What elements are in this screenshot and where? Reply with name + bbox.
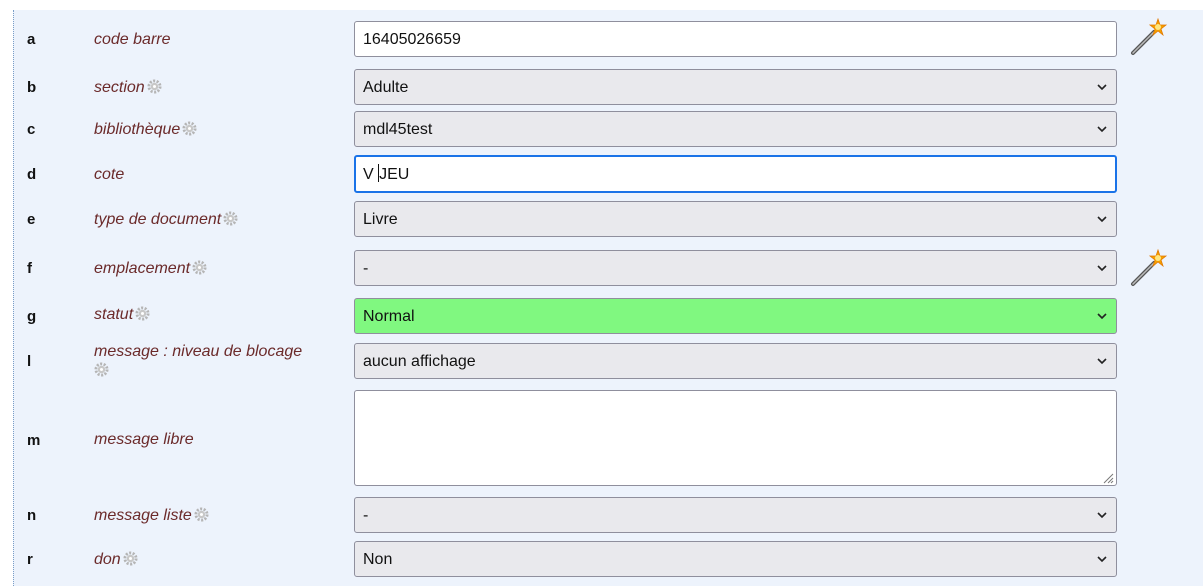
status-select[interactable]: Normal xyxy=(354,298,1117,334)
gear-icon[interactable] xyxy=(194,507,209,522)
field-label: cote xyxy=(94,166,125,183)
field-label: bibliothèque xyxy=(94,120,354,139)
field-letter: r xyxy=(27,551,33,568)
donation-select[interactable]: Non xyxy=(354,541,1117,577)
row-statut: g statut Normal xyxy=(14,297,1203,337)
field-letter: m xyxy=(27,432,41,449)
field-letter: f xyxy=(27,260,32,277)
row-code-barre: a code barre 16405026659 xyxy=(14,17,1203,60)
magic-wand-icon[interactable] xyxy=(1129,247,1169,287)
chevron-down-icon xyxy=(1096,123,1108,135)
item-form-panel: a code barre 16405026659 b section Adult… xyxy=(13,10,1203,586)
gear-icon[interactable] xyxy=(223,211,238,226)
gear-icon[interactable] xyxy=(182,121,197,136)
field-label: code barre xyxy=(94,31,171,48)
chevron-down-icon xyxy=(1096,262,1108,274)
gear-icon[interactable] xyxy=(94,362,109,377)
row-cote: d cote V JEU xyxy=(14,155,1203,195)
gear-icon[interactable] xyxy=(147,79,162,94)
blocking-level-select[interactable]: aucun affichage xyxy=(354,343,1117,379)
resize-grip-icon[interactable] xyxy=(1102,471,1114,484)
gear-icon[interactable] xyxy=(192,260,207,275)
chevron-down-icon xyxy=(1096,310,1108,322)
row-message-libre: m message libre xyxy=(14,390,1203,494)
library-select[interactable]: mdl45test xyxy=(354,111,1117,147)
call-number-input[interactable]: V JEU xyxy=(354,155,1117,193)
row-don: r don Non xyxy=(14,540,1203,580)
document-type-select[interactable]: Livre xyxy=(354,201,1117,237)
field-letter: l xyxy=(27,353,32,370)
row-emplacement: f emplacement - xyxy=(14,247,1203,289)
field-letter: b xyxy=(27,79,37,96)
field-label: emplacement xyxy=(94,259,354,278)
chevron-down-icon xyxy=(1096,509,1108,521)
field-label: don xyxy=(94,550,354,569)
field-label: statut xyxy=(94,305,354,324)
chevron-down-icon xyxy=(1096,355,1108,367)
row-type-document: e type de document Livre xyxy=(14,200,1203,240)
field-letter: g xyxy=(27,308,37,325)
field-label: section xyxy=(94,78,354,97)
chevron-down-icon xyxy=(1096,81,1108,93)
row-message-blocage: l message : niveau de blocage aucun affi… xyxy=(14,342,1203,388)
row-bibliotheque: c bibliothèque mdl45test xyxy=(14,110,1203,150)
magic-wand-icon[interactable] xyxy=(1129,16,1169,56)
row-message-liste: n message liste - xyxy=(14,496,1203,536)
field-letter: e xyxy=(27,211,36,228)
chevron-down-icon xyxy=(1096,213,1108,225)
location-select[interactable]: - xyxy=(354,250,1117,286)
message-list-select[interactable]: - xyxy=(354,497,1117,533)
field-letter: a xyxy=(27,31,36,48)
field-letter: c xyxy=(27,121,36,138)
field-label: message liste xyxy=(94,506,354,525)
barcode-input[interactable]: 16405026659 xyxy=(354,21,1117,57)
free-message-textarea[interactable] xyxy=(354,390,1117,486)
field-label: message libre xyxy=(94,431,194,448)
gear-icon[interactable] xyxy=(135,306,150,321)
field-label: message : niveau de blocage xyxy=(94,342,354,380)
gear-icon[interactable] xyxy=(123,551,138,566)
section-select[interactable]: Adulte xyxy=(354,69,1117,105)
field-letter: n xyxy=(27,507,37,524)
field-label: type de document xyxy=(94,210,354,229)
chevron-down-icon xyxy=(1096,553,1108,565)
field-letter: d xyxy=(27,166,37,183)
row-section: b section Adulte xyxy=(14,68,1203,108)
